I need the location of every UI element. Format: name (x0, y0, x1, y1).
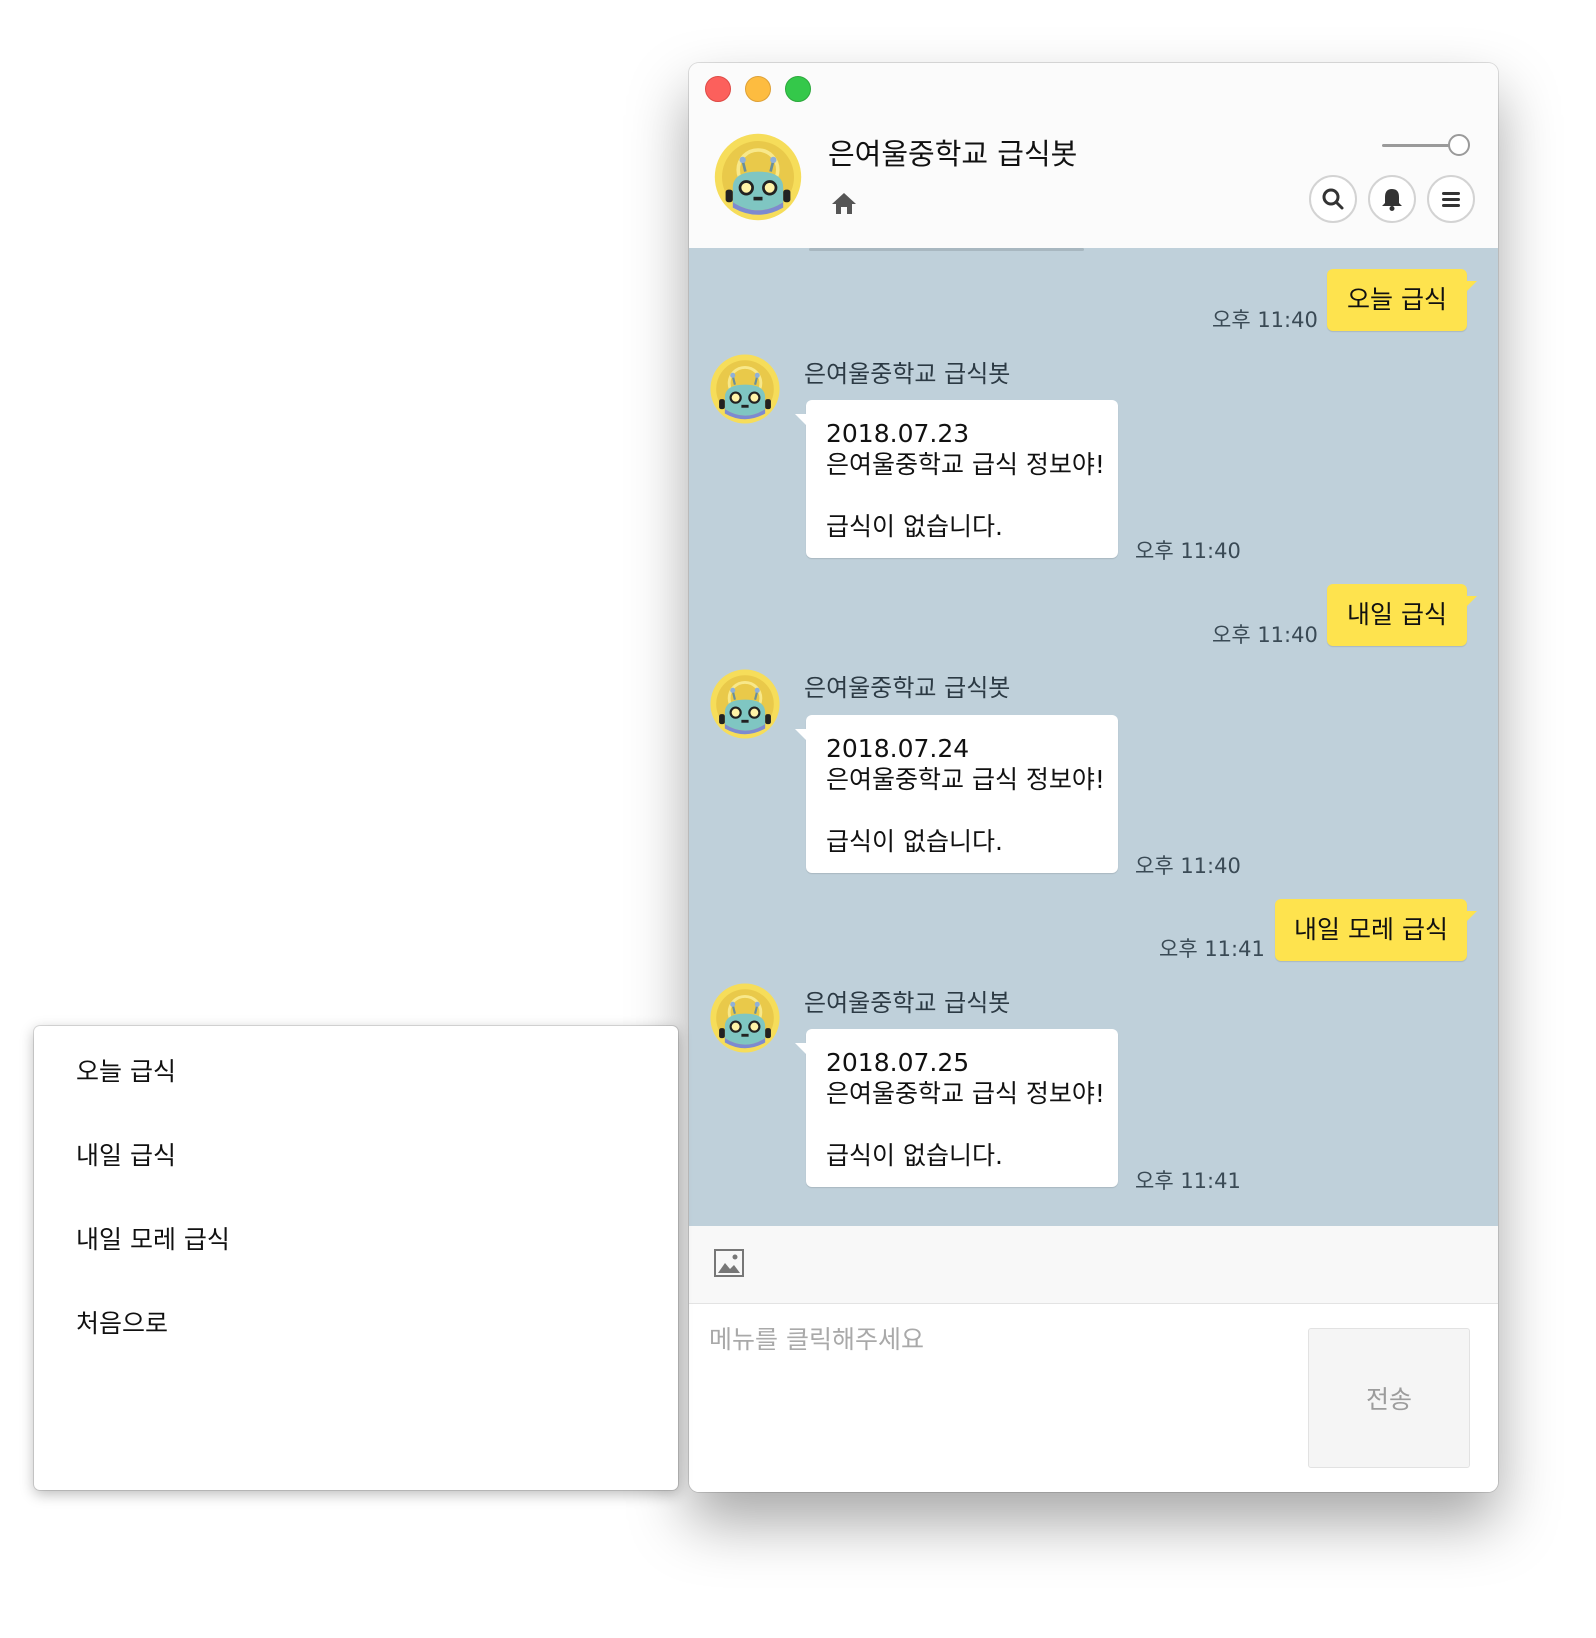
home-icon[interactable] (829, 188, 859, 218)
input-toolbar (689, 1226, 1498, 1304)
minimize-window-button[interactable] (745, 76, 771, 102)
bot-message-bubble[interactable]: 2018.07.25 은여울중학교 급식 정보야! 급식이 없습니다. (795, 1029, 1118, 1187)
bot-avatar[interactable] (709, 668, 781, 740)
transparency-slider[interactable] (1382, 130, 1472, 160)
chatroom-title: 은여울중학교 급식봇 (828, 137, 1078, 171)
zoom-window-button[interactable] (785, 76, 811, 102)
meal-info-text: 은여울중학교 급식 정보야! (826, 765, 1105, 794)
message-time: 오후 11:40 (1212, 308, 1318, 332)
message-input[interactable] (709, 1320, 1289, 1470)
bot-message-bubble[interactable]: 2018.07.23 은여울중학교 급식 정보야! 급식이 없습니다. (795, 400, 1118, 558)
bot-message-bubble[interactable]: 2018.07.24 은여울중학교 급식 정보야! 급식이 없습니다. (795, 715, 1118, 873)
scrollbar[interactable] (809, 248, 1084, 251)
bell-icon (1382, 189, 1402, 211)
slider-track (1382, 144, 1452, 147)
menu-item-start-over[interactable]: 처음으로 (76, 1304, 168, 1340)
menu-button[interactable] (1427, 175, 1475, 223)
bot-sender-name: 은여울중학교 급식봇 (804, 989, 1011, 1017)
hamburger-menu-icon (1442, 192, 1460, 207)
bot-avatar[interactable] (709, 982, 781, 1054)
search-icon (1322, 188, 1344, 210)
my-message-bubble[interactable]: 오늘 급식 (1327, 269, 1477, 331)
search-button[interactable] (1309, 175, 1357, 223)
message-list[interactable]: 오후 11:40 오늘 급식 은여울중학교 급식봇 2018.07.23 은여울… (689, 248, 1498, 1226)
message-time: 오후 11:41 (1135, 1169, 1241, 1193)
message-time: 오후 11:40 (1135, 539, 1241, 563)
meal-info-text: 은여울중학교 급식 정보야! (826, 1079, 1105, 1108)
meal-menu-text: 급식이 없습니다. (826, 827, 1003, 856)
menu-item-day-after-meal[interactable]: 내일 모레 급식 (76, 1220, 230, 1256)
meal-menu-text: 급식이 없습니다. (826, 512, 1003, 541)
meal-date: 2018.07.23 (826, 419, 970, 448)
meal-menu-text: 급식이 없습니다. (826, 1141, 1003, 1170)
bot-sender-name: 은여울중학교 급식봇 (804, 674, 1011, 702)
image-icon[interactable] (713, 1247, 745, 1279)
chat-header: 은여울중학교 급식봇 (689, 63, 1498, 249)
chatroom-avatar[interactable] (713, 132, 803, 222)
chat-window: 은여울중학교 급식봇 오후 11:40 오늘 급식 은여울중학교 급식봇 201… (689, 63, 1498, 1492)
meal-date: 2018.07.24 (826, 734, 970, 763)
send-button[interactable]: 전송 (1308, 1328, 1470, 1468)
menu-item-today-meal[interactable]: 오늘 급식 (76, 1052, 176, 1088)
my-message-bubble[interactable]: 내일 모레 급식 (1275, 899, 1477, 961)
message-time: 오후 11:40 (1135, 854, 1241, 878)
notification-button[interactable] (1368, 175, 1416, 223)
my-message-bubble[interactable]: 내일 급식 (1327, 584, 1477, 646)
quick-menu-popup: 오늘 급식 내일 급식 내일 모레 급식 처음으로 (34, 1026, 678, 1490)
message-composer: 전송 (689, 1304, 1498, 1492)
message-time: 오후 11:40 (1212, 623, 1318, 647)
menu-item-tomorrow-meal[interactable]: 내일 급식 (76, 1136, 176, 1172)
meal-info-text: 은여울중학교 급식 정보야! (826, 450, 1105, 479)
slider-knob[interactable] (1448, 134, 1470, 156)
bot-avatar[interactable] (709, 353, 781, 425)
bot-sender-name: 은여울중학교 급식봇 (804, 360, 1011, 388)
close-window-button[interactable] (705, 76, 731, 102)
meal-date: 2018.07.25 (826, 1048, 970, 1077)
message-time: 오후 11:41 (1159, 937, 1265, 961)
